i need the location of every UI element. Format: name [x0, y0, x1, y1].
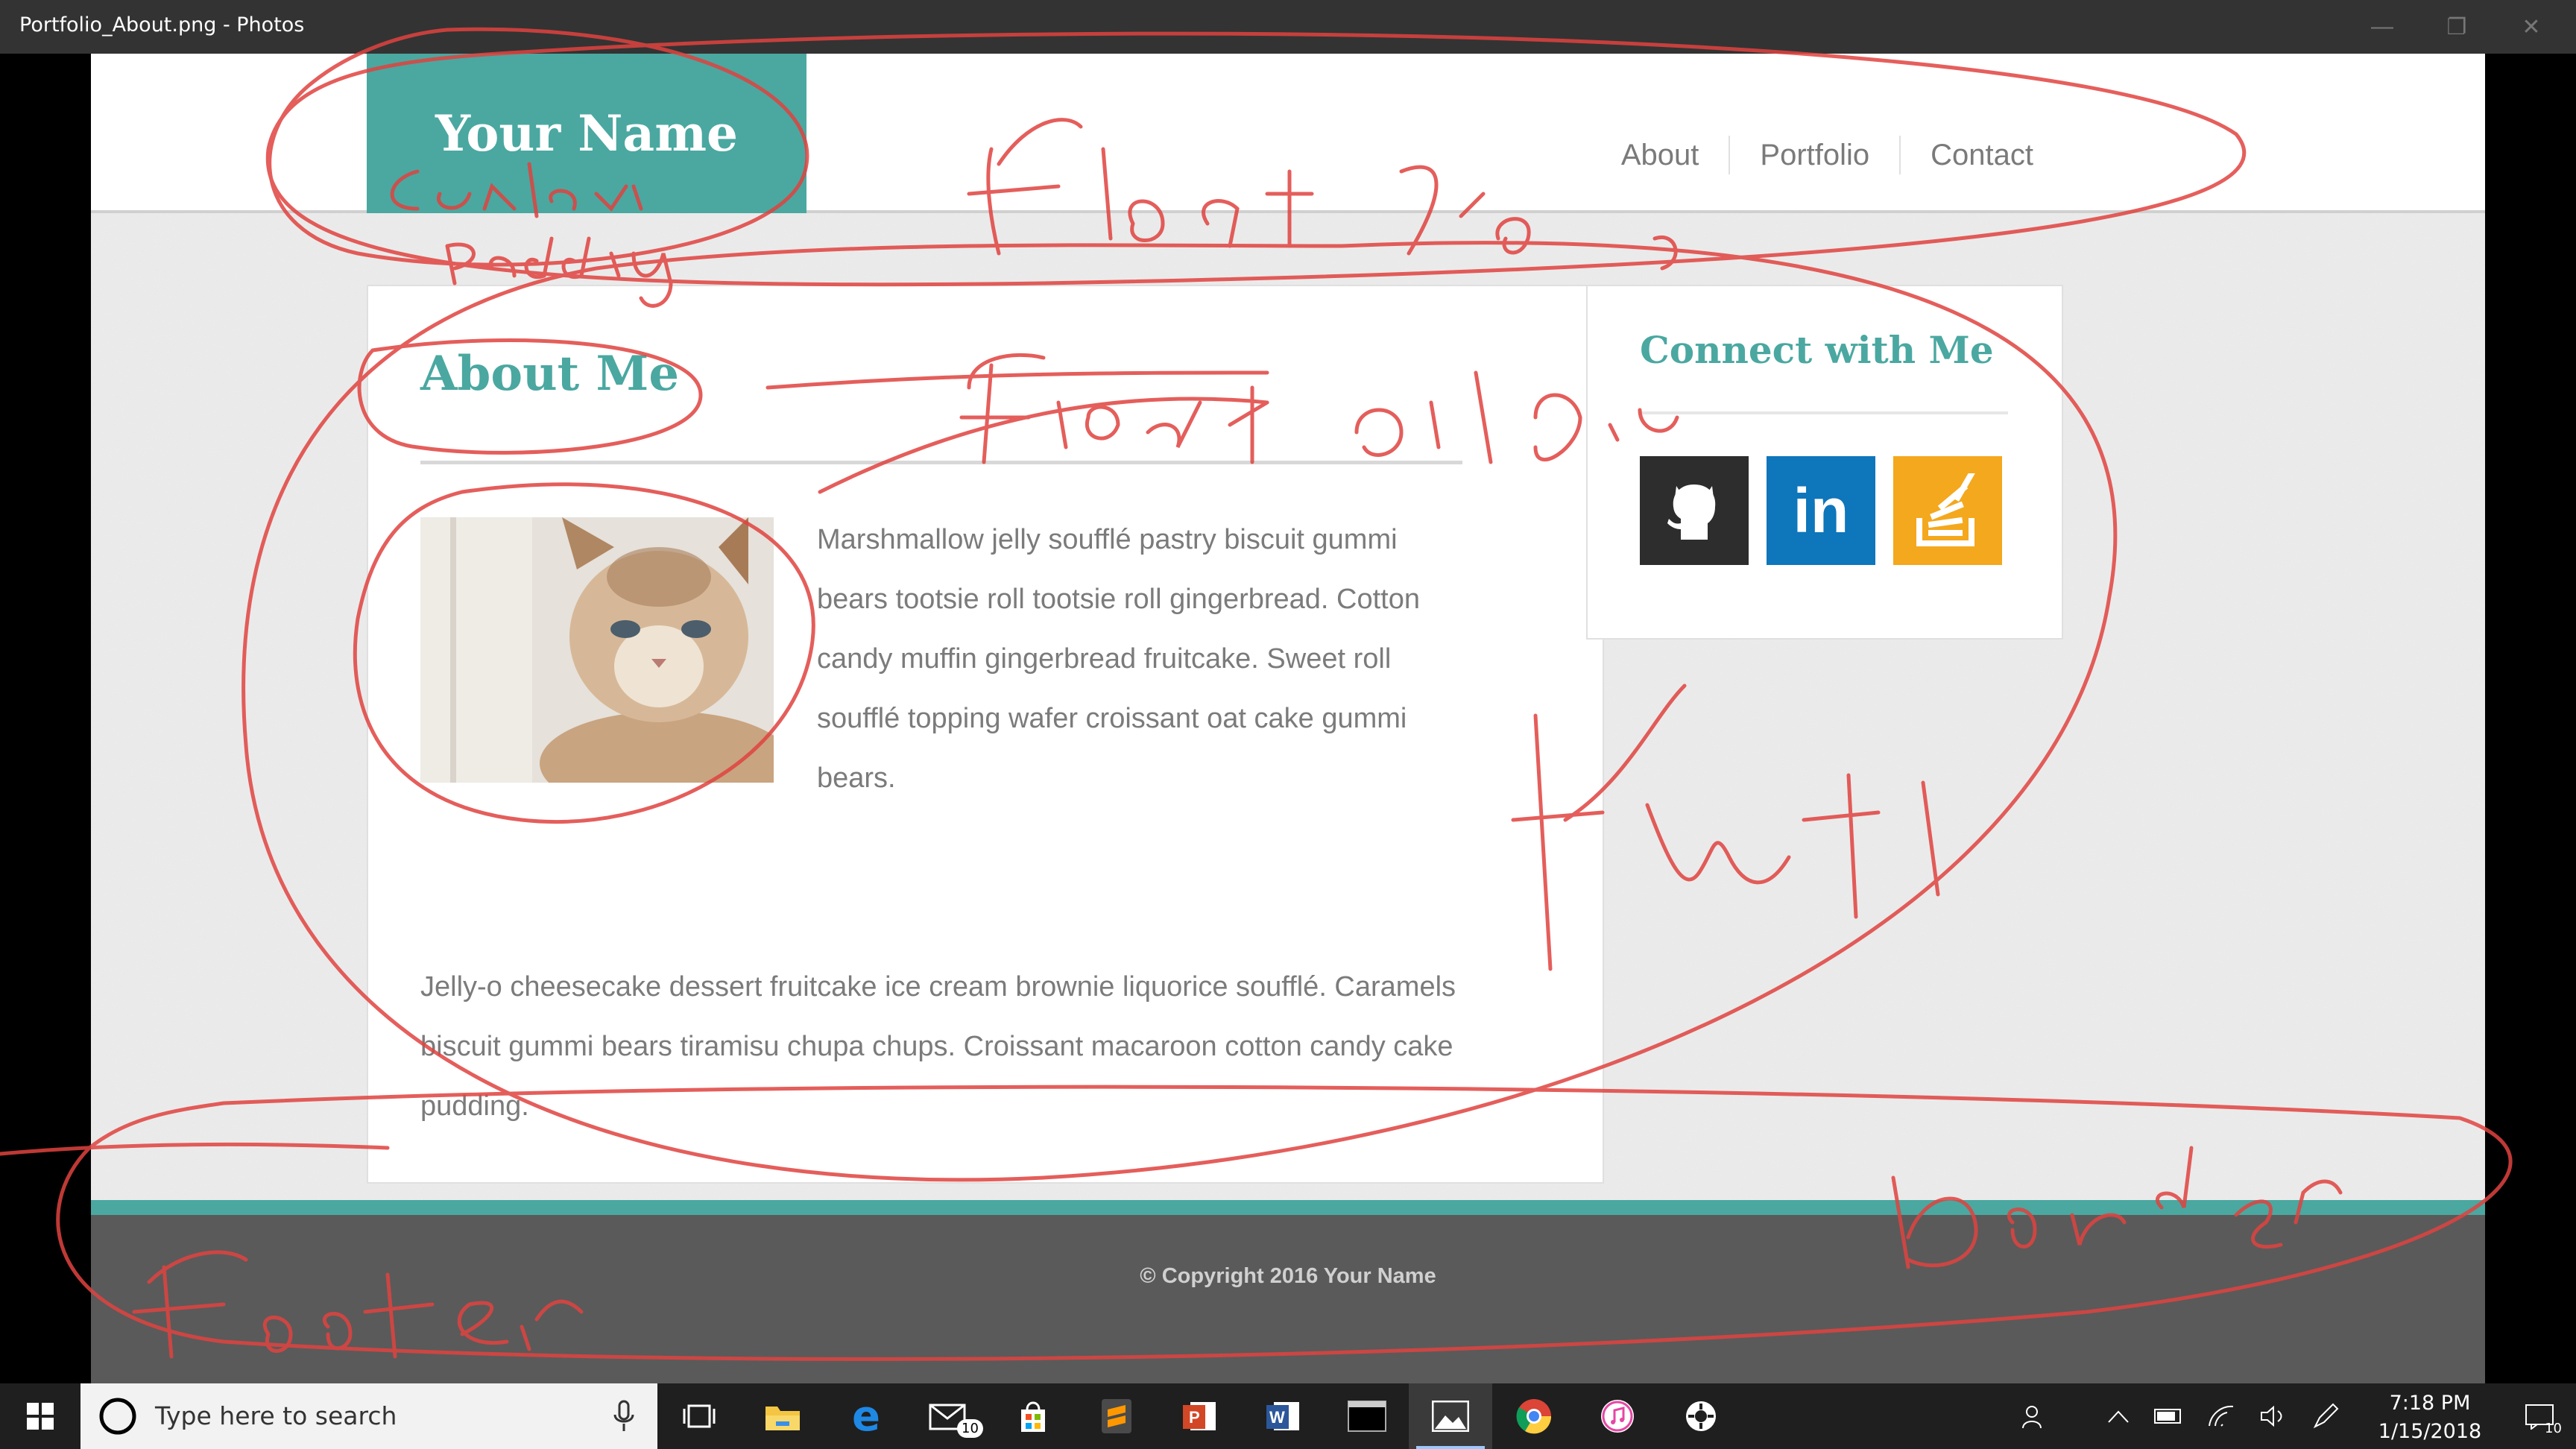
- sublime-text-icon[interactable]: [1075, 1383, 1158, 1449]
- cat-photo: [420, 517, 774, 783]
- footer-copyright: © Copyright 2016 Your Name: [1140, 1264, 1436, 1288]
- nav-link-contact[interactable]: Contact: [1899, 136, 2063, 174]
- connect-divider: [1640, 411, 2008, 414]
- cortana-icon: [99, 1398, 136, 1435]
- itunes-icon[interactable]: [1576, 1383, 1659, 1449]
- photos-icon[interactable]: [1409, 1383, 1492, 1449]
- windows-logo-icon: [27, 1403, 54, 1430]
- window-title-bar: Portfolio_About.png - Photos — ❐ ✕: [0, 0, 2576, 54]
- mail-badge: 10: [957, 1419, 983, 1438]
- svg-text:P: P: [1189, 1408, 1200, 1427]
- about-paragraph-2: Jelly-o cheesecake dessert fruitcake ice…: [420, 971, 1456, 1122]
- about-heading: About Me: [420, 346, 680, 402]
- search-placeholder: Type here to search: [155, 1401, 397, 1430]
- notification-badge: 10: [2545, 1421, 2562, 1436]
- chevron-up-icon[interactable]: [2096, 1383, 2141, 1449]
- footer-border: [91, 1200, 2485, 1215]
- edge-icon[interactable]: e: [824, 1383, 908, 1449]
- connect-heading: Connect with Me: [1640, 328, 1994, 372]
- volume-icon[interactable]: [2251, 1383, 2296, 1449]
- task-view-icon[interactable]: [657, 1383, 741, 1449]
- github-icon[interactable]: [1640, 456, 1749, 565]
- restore-icon[interactable]: ❐: [2419, 0, 2494, 54]
- close-icon[interactable]: ✕: [2494, 0, 2569, 54]
- svg-text:W: W: [1269, 1408, 1285, 1427]
- site-logo[interactable]: Your Name: [367, 54, 806, 213]
- clock-time: 7:18 PM: [2389, 1392, 2471, 1415]
- stackoverflow-icon[interactable]: [1893, 456, 2002, 565]
- minimize-icon[interactable]: —: [2345, 0, 2419, 54]
- battery-icon[interactable]: [2147, 1383, 2191, 1449]
- active-app-indicator: [1416, 1446, 1485, 1449]
- window-title: Portfolio_About.png - Photos: [19, 13, 305, 37]
- site-header: Your Name About Portfolio Contact: [91, 54, 2485, 213]
- system-clock[interactable]: 7:18 PM 1/15/2018: [2363, 1389, 2497, 1446]
- wifi-icon[interactable]: [2199, 1383, 2244, 1449]
- pen-icon[interactable]: [2303, 1383, 2348, 1449]
- about-paragraph-1-text: Marshmallow jelly soufflé pastry biscuit…: [817, 524, 1421, 794]
- powerpoint-icon[interactable]: P: [1158, 1383, 1242, 1449]
- mail-icon[interactable]: 10: [908, 1383, 991, 1449]
- terminal-icon[interactable]: [1325, 1383, 1409, 1449]
- nav-link-portfolio[interactable]: Portfolio: [1729, 136, 1899, 174]
- chrome-icon[interactable]: [1492, 1383, 1576, 1449]
- store-icon[interactable]: [991, 1383, 1075, 1449]
- clock-date: 1/15/2018: [2378, 1420, 2482, 1443]
- linkedin-text: in: [1793, 476, 1849, 546]
- connect-card: Connect with Me in: [1586, 285, 2063, 640]
- site-footer: © Copyright 2016 Your Name: [91, 1215, 2485, 1383]
- linkedin-icon[interactable]: in: [1767, 456, 1875, 565]
- notification-center-icon[interactable]: 10: [2504, 1383, 2576, 1449]
- about-card: About Me Marshmallow jelly soufflé pastr…: [367, 285, 1604, 1184]
- portfolio-page-image: Your Name About Portfolio Contact About …: [91, 54, 2485, 1383]
- taskbar-search-box[interactable]: Type here to search: [80, 1383, 657, 1449]
- windows-taskbar: Type here to search e 10 P W 7:18 PM 1/1…: [0, 1383, 2576, 1449]
- microphone-icon[interactable]: [613, 1400, 635, 1433]
- file-explorer-icon[interactable]: [741, 1383, 824, 1449]
- heading-divider: [420, 461, 1462, 464]
- word-icon[interactable]: W: [1242, 1383, 1325, 1449]
- start-button[interactable]: [0, 1383, 80, 1449]
- logo-text: Your Name: [435, 104, 739, 162]
- main-nav: About Portfolio Contact: [1591, 136, 2063, 174]
- nav-link-about[interactable]: About: [1591, 136, 1729, 174]
- people-icon[interactable]: [2012, 1383, 2057, 1449]
- settings-icon[interactable]: [1659, 1383, 1743, 1449]
- photo-viewer-canvas: Your Name About Portfolio Contact About …: [0, 54, 2576, 1383]
